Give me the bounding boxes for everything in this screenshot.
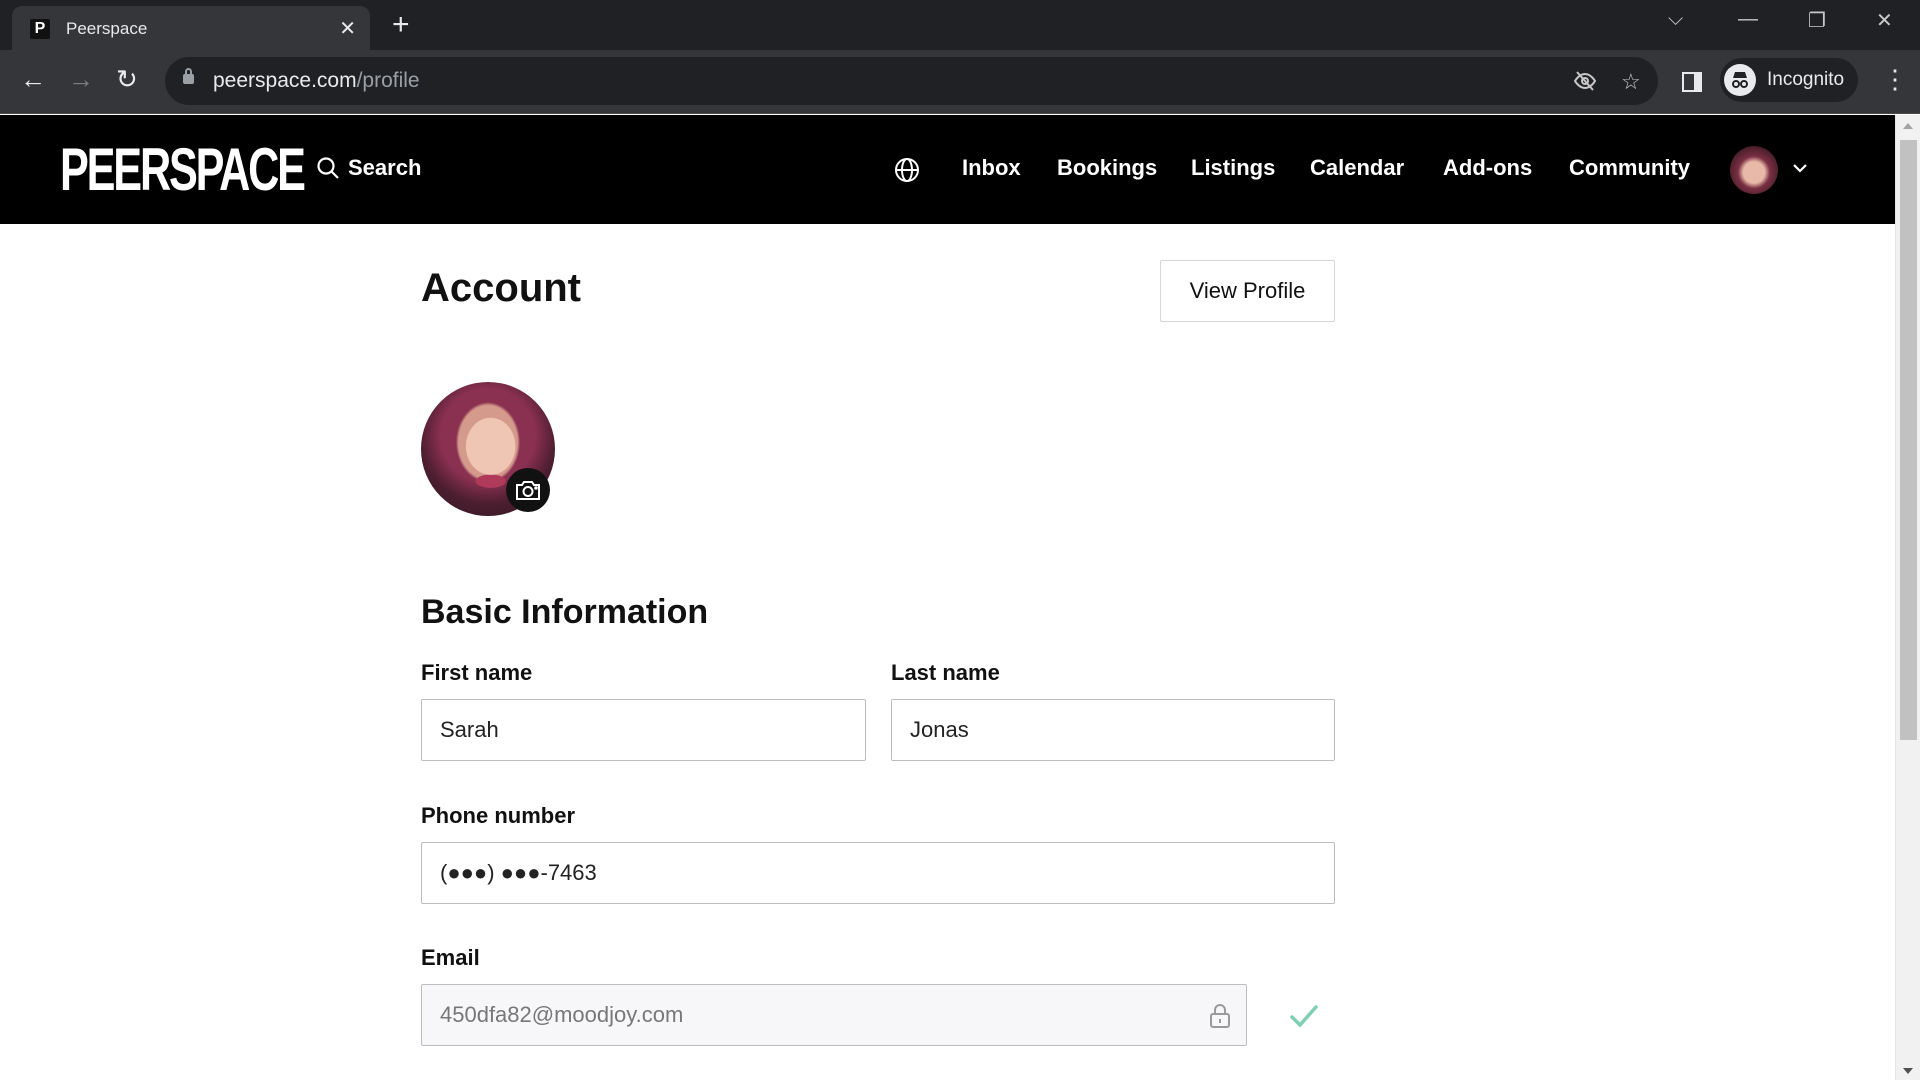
- camera-icon: [516, 481, 540, 500]
- incognito-profile-button[interactable]: Incognito: [1720, 58, 1858, 102]
- kebab-menu-icon[interactable]: ⋮: [1882, 64, 1908, 94]
- incognito-label: Incognito: [1767, 69, 1845, 90]
- last-name-label: Last name: [891, 660, 1000, 685]
- page-title: Account: [421, 266, 581, 310]
- change-photo-button[interactable]: [506, 468, 550, 512]
- first-name-input[interactable]: [421, 699, 866, 761]
- browser-toolbar: ← → ↻ peerspace.com/profile ☆ Incognito …: [0, 50, 1920, 114]
- browser-tab-strip: P Peerspace ✕ + ⌵ — ❐ ✕: [0, 0, 1920, 50]
- user-avatar-menu[interactable]: [1730, 146, 1778, 194]
- back-arrow-icon[interactable]: ←: [20, 64, 46, 94]
- new-tab-button[interactable]: +: [392, 8, 410, 42]
- tab-search-chevron-icon[interactable]: ⌵: [1668, 8, 1683, 31]
- site-header: PEERSPACE Search Inbox Bookings Listings…: [0, 115, 1895, 224]
- email-input[interactable]: [421, 984, 1247, 1046]
- chevron-down-icon[interactable]: [1791, 159, 1809, 182]
- browser-tab[interactable]: P Peerspace ✕: [12, 6, 370, 50]
- page-scrollbar[interactable]: [1895, 115, 1920, 1080]
- globe-icon[interactable]: [894, 157, 920, 188]
- scroll-up-arrow-icon[interactable]: [1903, 123, 1913, 129]
- last-name-input[interactable]: [891, 699, 1335, 761]
- search-label: Search: [348, 155, 422, 180]
- phone-number-label: Phone number: [421, 803, 576, 828]
- forward-arrow-icon[interactable]: →: [68, 64, 94, 94]
- phone-number-input[interactable]: [421, 842, 1335, 904]
- nav-listings[interactable]: Listings: [1191, 155, 1275, 181]
- tab-close-icon[interactable]: ✕: [339, 16, 356, 41]
- address-bar[interactable]: peerspace.com/profile ☆: [165, 57, 1658, 105]
- verified-check-icon: [1288, 1000, 1320, 1037]
- lock-icon: [1208, 1003, 1232, 1034]
- restore-window-icon[interactable]: ❐: [1808, 8, 1826, 33]
- search-button[interactable]: Search: [316, 155, 421, 181]
- search-icon: [317, 157, 339, 179]
- nav-inbox[interactable]: Inbox: [962, 155, 1021, 181]
- nav-bookings[interactable]: Bookings: [1057, 155, 1157, 181]
- side-panel-icon[interactable]: [1682, 72, 1702, 92]
- scroll-down-arrow-icon[interactable]: [1903, 1068, 1913, 1074]
- star-icon[interactable]: ☆: [1621, 69, 1641, 95]
- peerspace-logo[interactable]: PEERSPACE: [60, 140, 306, 200]
- lock-icon[interactable]: [183, 68, 194, 84]
- nav-community[interactable]: Community: [1569, 155, 1690, 181]
- view-profile-button[interactable]: View Profile: [1160, 260, 1335, 322]
- eye-off-icon[interactable]: [1573, 69, 1597, 99]
- scroll-thumb[interactable]: [1900, 140, 1917, 740]
- first-name-label: First name: [421, 660, 533, 685]
- nav-add-ons[interactable]: Add-ons: [1443, 155, 1532, 181]
- url-text[interactable]: peerspace.com/profile: [213, 69, 420, 93]
- incognito-icon: [1724, 64, 1756, 96]
- close-window-icon[interactable]: ✕: [1876, 8, 1893, 33]
- nav-calendar[interactable]: Calendar: [1310, 155, 1404, 181]
- reload-icon[interactable]: ↻: [116, 64, 138, 94]
- section-title-basic-information: Basic Information: [421, 593, 709, 631]
- peerspace-favicon-icon: P: [30, 19, 50, 39]
- url-path: /profile: [356, 69, 420, 92]
- url-host: peerspace.com: [213, 69, 357, 92]
- email-label: Email: [421, 945, 480, 970]
- minimize-window-icon[interactable]: —: [1738, 8, 1758, 31]
- tab-title: Peerspace: [66, 19, 148, 38]
